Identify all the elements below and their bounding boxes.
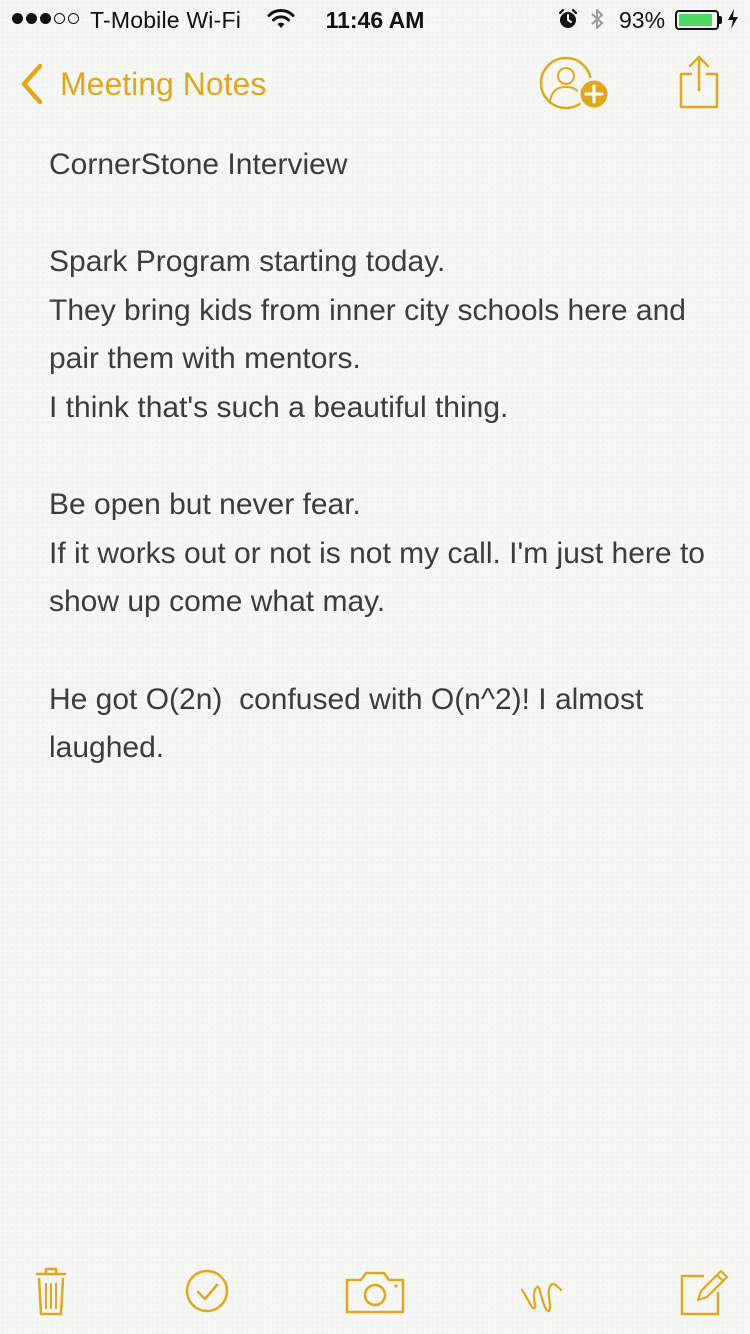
alarm-icon <box>558 8 578 28</box>
compose-button[interactable] <box>674 1262 734 1320</box>
battery-percent: 93% <box>619 7 666 33</box>
checklist-button[interactable] <box>177 1262 237 1320</box>
add-person-icon[interactable] <box>538 56 614 114</box>
delete-button[interactable] <box>21 1262 81 1320</box>
camera-icon <box>345 1271 405 1314</box>
sketch-icon <box>520 1282 563 1313</box>
checklist-icon <box>185 1269 229 1313</box>
note-line: They bring kids from inner city schools … <box>49 293 695 376</box>
note-body[interactable]: CornerStone Interview Spark Program star… <box>49 141 729 773</box>
battery-cap <box>719 16 722 24</box>
back-label: Meeting Notes <box>60 65 267 102</box>
compose-icon <box>680 1269 729 1316</box>
note-title: CornerStone Interview <box>49 148 348 181</box>
note-line: Spark Program starting today. <box>49 245 446 279</box>
trash-icon <box>35 1267 67 1316</box>
note-line: He got O(2n) confused with O(n^2)! I alm… <box>49 682 652 765</box>
share-icon[interactable] <box>678 54 720 110</box>
note-line: If it works out or not is not my call. I… <box>49 536 714 619</box>
status-bar: T-Mobile Wi-Fi 11:46 AM 93% <box>0 0 750 40</box>
note-line: Be open but never fear. <box>49 488 361 522</box>
battery-icon <box>675 10 719 30</box>
battery-level <box>679 14 713 26</box>
charging-icon <box>728 9 738 29</box>
chevron-left-icon <box>21 63 43 105</box>
sketch-button[interactable] <box>512 1262 572 1320</box>
back-button[interactable]: Meeting Notes <box>18 60 266 108</box>
camera-button[interactable] <box>343 1262 407 1320</box>
note-line: I think that's such a beautiful thing. <box>49 390 509 424</box>
bluetooth-icon <box>591 9 603 29</box>
